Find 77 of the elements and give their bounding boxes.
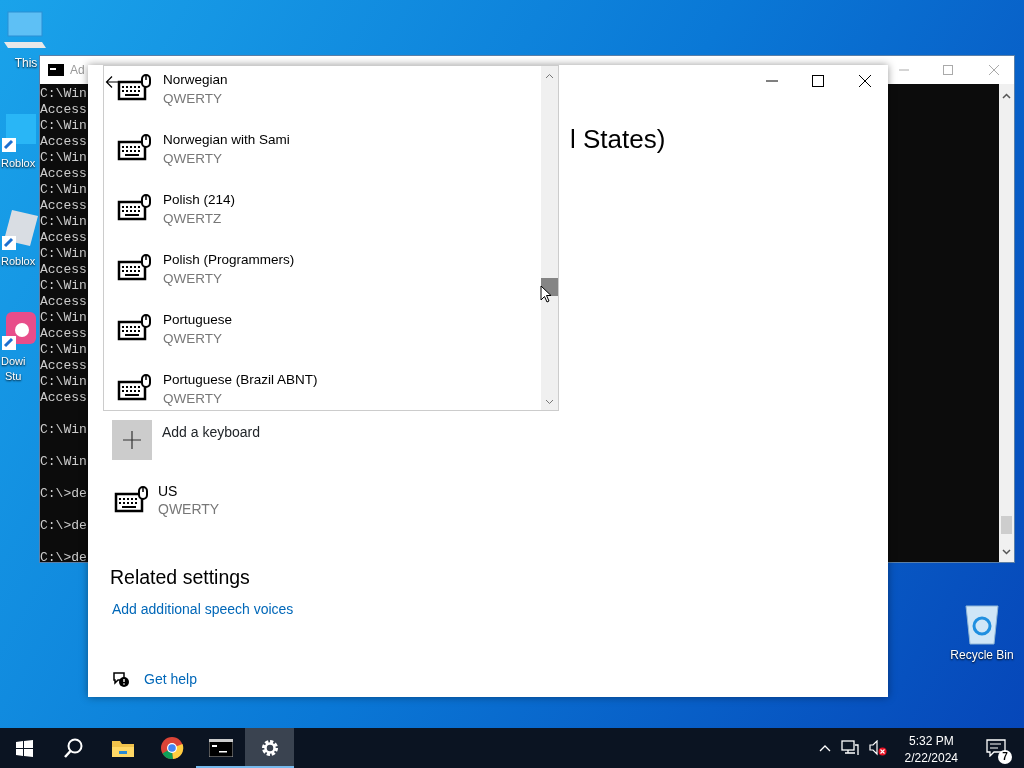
option-name: Norwegian (163, 71, 228, 89)
back-arrow-icon[interactable] (105, 75, 121, 89)
keyboard-icon (117, 374, 151, 402)
console-text: C:\Win (40, 86, 87, 101)
console-text: C:\Win (40, 246, 87, 261)
close-icon (859, 75, 871, 87)
browser-icon (159, 736, 184, 760)
option-layout: QWERTY (163, 270, 223, 288)
close-icon (989, 65, 999, 75)
console-text: C:\Win (40, 422, 87, 437)
scrollbar-thumb[interactable] (1001, 516, 1012, 534)
console-text: C:\Win (40, 278, 87, 293)
help-icon (112, 671, 130, 689)
console-text: Access (40, 102, 87, 117)
help-link[interactable]: Get help (144, 669, 197, 691)
console-text: C:\Win (40, 118, 87, 133)
settings-link[interactable]: Add additional speech voices (112, 599, 294, 621)
network-icon[interactable] (840, 740, 859, 756)
search-icon (63, 738, 84, 758)
keyboard-name: US (158, 482, 179, 500)
section-heading: Related settings (110, 565, 251, 590)
console-text: Access (40, 262, 87, 277)
keyboard-icon (117, 254, 151, 282)
option-name: Polish (214) (163, 191, 236, 209)
option-name: Portuguese (Brazil ABNT) (163, 371, 318, 389)
option-layout: QWERTZ (163, 210, 223, 228)
notification-count: 7 (998, 750, 1012, 764)
option-layout: QWERTY (163, 330, 223, 348)
option-name: Portuguese (163, 311, 233, 329)
keyboard-icon (117, 74, 151, 102)
window-title: Ad (70, 62, 85, 79)
taskbar-button[interactable] (245, 728, 294, 768)
console-text: C:\>de (40, 550, 87, 565)
console-text: C:\>de (40, 518, 87, 533)
keyboard-icon (114, 486, 148, 514)
console-text: Access (40, 358, 87, 373)
console-text: Access (40, 166, 87, 181)
mouse-cursor-icon (540, 285, 552, 303)
page-heading: l States) (570, 123, 666, 156)
console-text: C:\Win (40, 310, 87, 325)
clock[interactable]: 5:32 PM 2/22/2024 (904, 729, 958, 767)
plus-icon (123, 431, 141, 449)
console-text: Access (40, 326, 87, 341)
scroll-down-icon[interactable] (999, 546, 1014, 558)
chevron-up-icon[interactable] (818, 744, 831, 752)
console-text: Access (40, 294, 87, 309)
maximize-icon (943, 65, 953, 75)
add-keyboard-button[interactable] (112, 420, 152, 460)
option-layout: QWERTY (163, 390, 223, 408)
keyboard-icon (117, 194, 151, 222)
console-text: C:\>de (40, 486, 87, 501)
console-text: C:\Win (40, 182, 87, 197)
muted-speaker-icon[interactable] (868, 740, 887, 756)
console-text: Access (40, 134, 87, 149)
console-text: Access (40, 390, 87, 405)
console-text: Access (40, 198, 87, 213)
keyboard-layout: QWERTY (158, 500, 220, 519)
keyboard-icon (117, 134, 151, 162)
console-text: Access (40, 230, 87, 245)
console-text: C:\Win (40, 150, 87, 165)
maximize-icon (812, 75, 824, 87)
desktop-icon-label[interactable]: Recycle Bin (950, 648, 1014, 663)
console-icon (48, 64, 64, 76)
console-text: C:\Win (40, 342, 87, 357)
option-layout: QWERTY (163, 150, 223, 168)
option-name: Norwegian with Sami (163, 131, 290, 149)
keyboard-icon (117, 314, 151, 342)
terminal-icon (208, 739, 233, 757)
windows-logo-icon (16, 739, 33, 757)
option-layout: QWERTY (163, 90, 223, 108)
console-text: C:\Win (40, 214, 87, 229)
add-keyboard-label[interactable]: Add a keyboard (162, 420, 261, 460)
console-text: C:\Win (40, 374, 87, 389)
gear-icon (259, 738, 280, 758)
console-text: C:\Win (40, 454, 87, 469)
folder-icon (110, 738, 135, 758)
option-name: Polish (Programmers) (163, 251, 295, 269)
